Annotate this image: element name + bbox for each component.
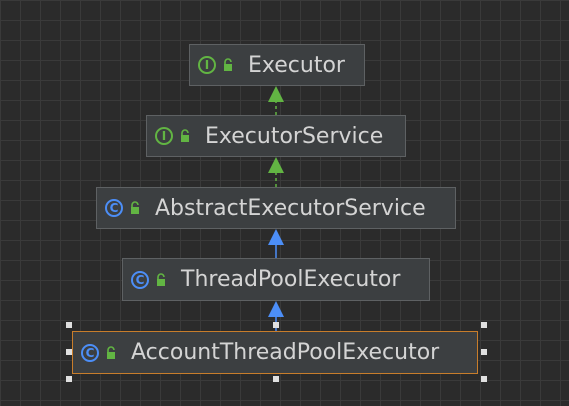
interface-icon: I bbox=[198, 56, 216, 74]
node-executor-service[interactable]: I ExecutorService bbox=[146, 115, 406, 157]
class-icon: C bbox=[81, 343, 99, 362]
arrowhead-threadpool bbox=[268, 301, 284, 317]
selection-handle-bottom-right[interactable] bbox=[481, 376, 487, 382]
node-abstract-executor-service[interactable]: C AbstractExecutorService bbox=[96, 187, 456, 229]
selection-handle-middle-right[interactable] bbox=[481, 349, 487, 355]
class-icon: C bbox=[131, 270, 149, 289]
node-label: ExecutorService bbox=[205, 123, 384, 149]
arrowhead-executor bbox=[268, 86, 284, 102]
selection-handle-top-right[interactable] bbox=[481, 322, 487, 328]
selection-handle-bottom-left[interactable] bbox=[66, 376, 72, 382]
class-icon: C bbox=[105, 199, 123, 217]
selection-handle-top-middle[interactable] bbox=[273, 322, 279, 328]
node-label: ThreadPoolExecutor bbox=[181, 267, 401, 292]
interface-icon: I bbox=[155, 127, 173, 145]
node-thread-pool-executor[interactable]: C ThreadPoolExecutor bbox=[122, 258, 430, 301]
node-executor[interactable]: I Executor bbox=[189, 44, 365, 86]
lock-icon bbox=[157, 272, 165, 286]
lock-icon bbox=[181, 129, 189, 142]
arrowhead-abstract bbox=[268, 229, 284, 245]
lock-icon bbox=[131, 201, 139, 214]
selection-handle-middle-left[interactable] bbox=[66, 349, 72, 355]
selection-handle-bottom-middle[interactable] bbox=[273, 376, 279, 382]
selection-handle-top-left[interactable] bbox=[66, 322, 72, 328]
arrowhead-executorservice bbox=[268, 157, 284, 173]
node-label: Executor bbox=[248, 52, 345, 78]
node-account-thread-pool-executor[interactable]: C AccountThreadPoolExecutor bbox=[72, 331, 478, 374]
lock-icon bbox=[224, 58, 232, 71]
node-label: AccountThreadPoolExecutor bbox=[131, 340, 440, 365]
lock-icon bbox=[107, 345, 115, 359]
node-label: AbstractExecutorService bbox=[155, 195, 426, 221]
diagram-canvas[interactable]: I Executor I ExecutorService C AbstractE… bbox=[0, 0, 569, 406]
